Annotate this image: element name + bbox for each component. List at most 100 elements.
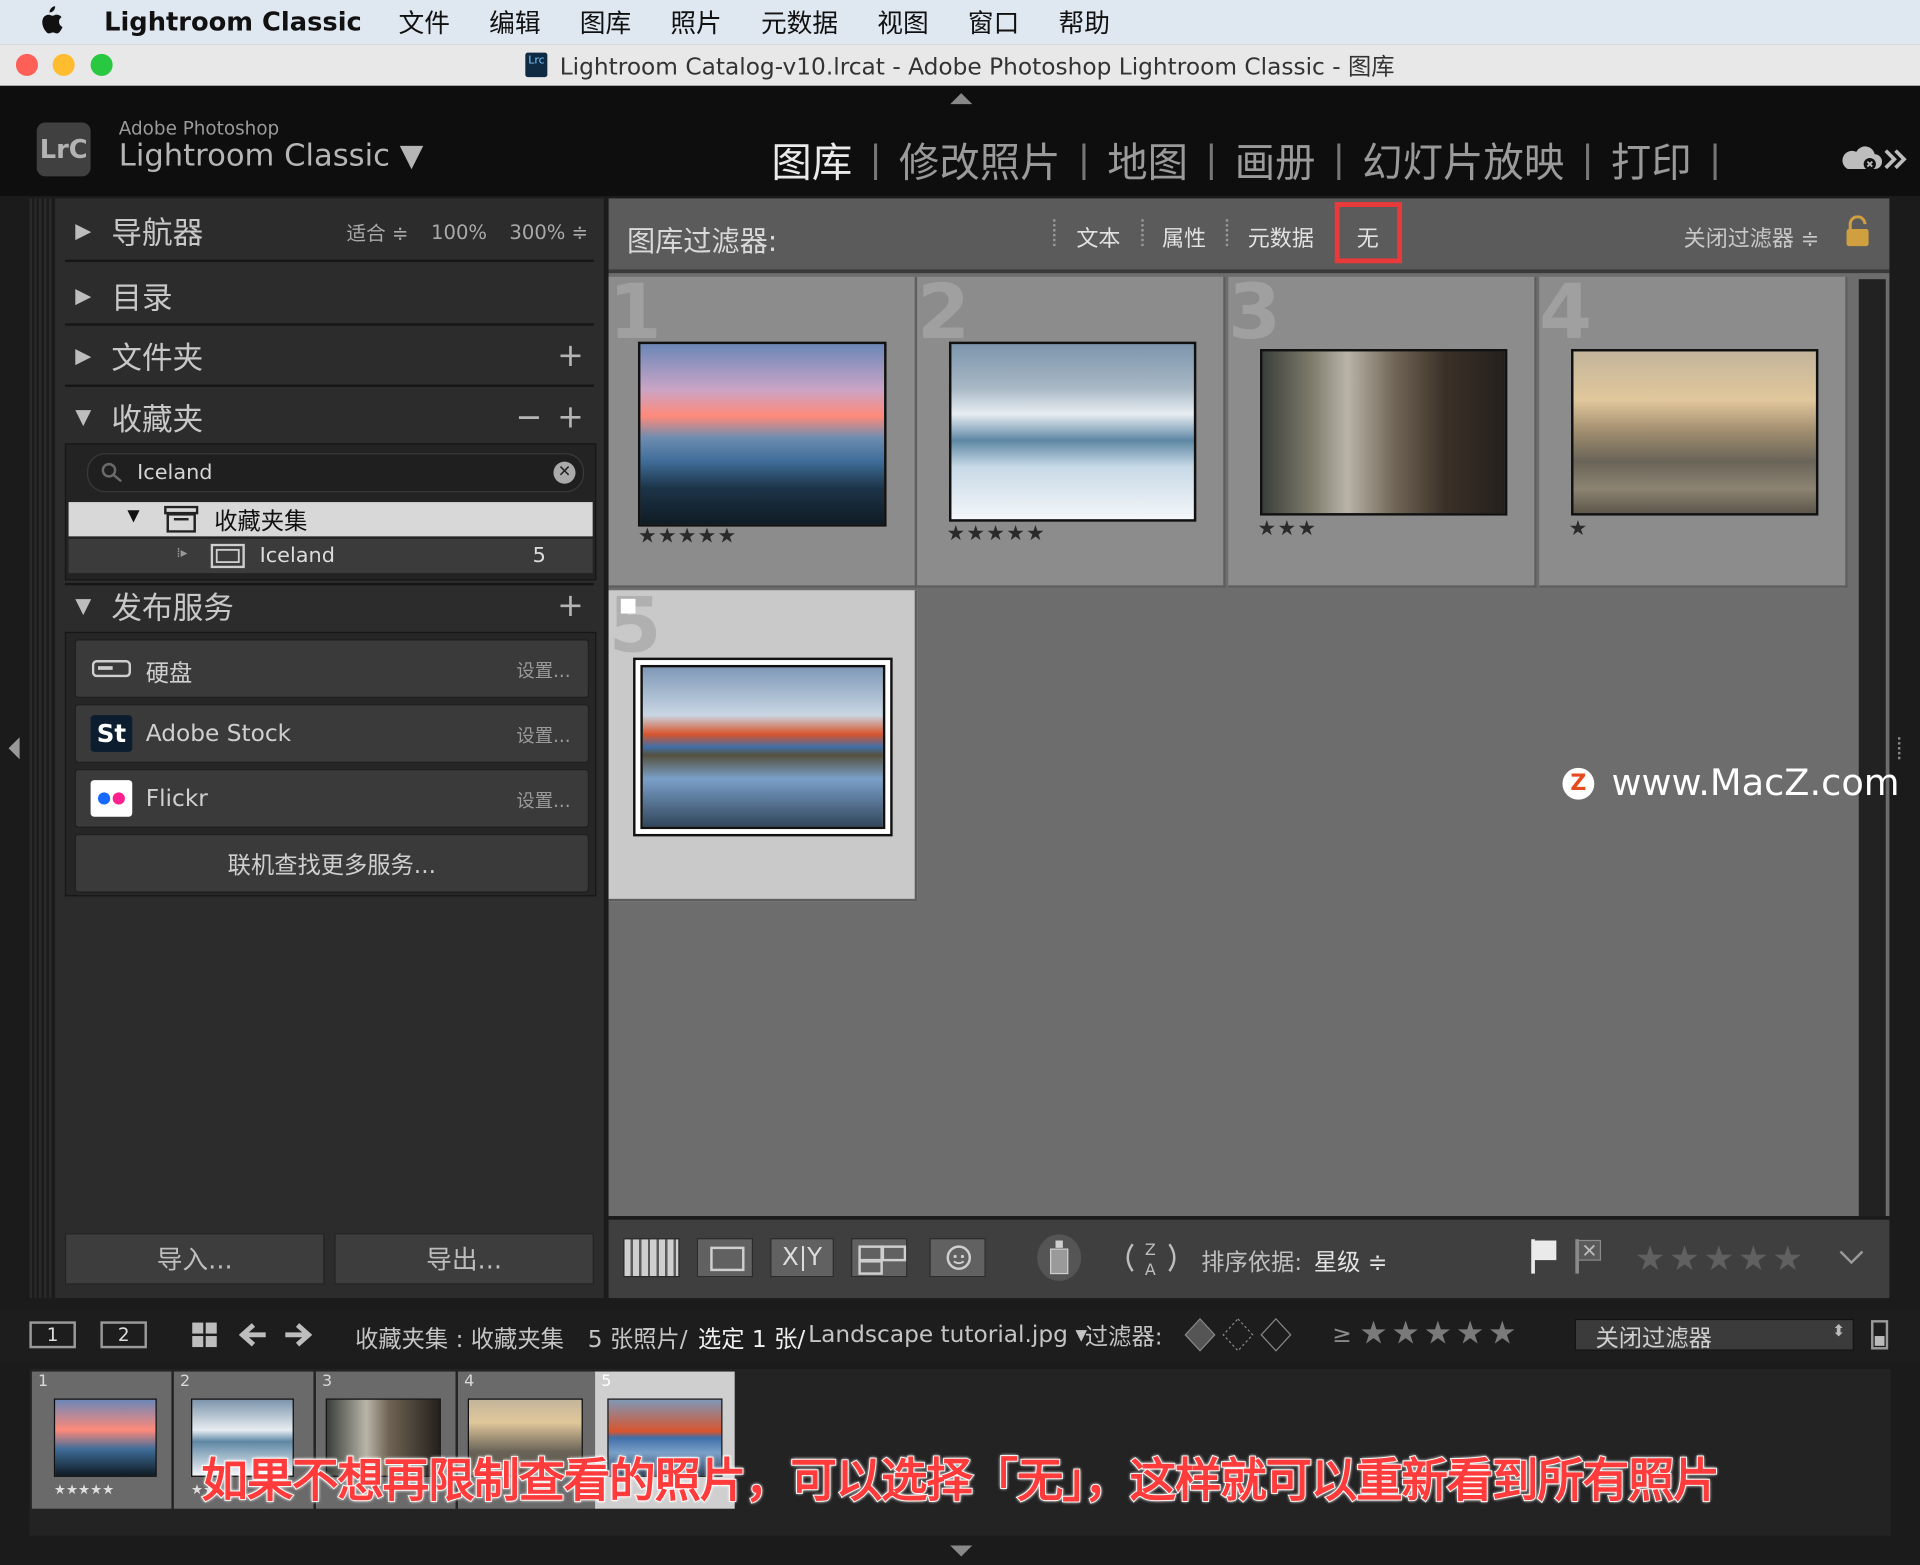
star-rating[interactable]: ★★★★★ <box>638 524 737 548</box>
menu-library[interactable]: 图库 <box>580 4 631 41</box>
back-arrow-icon[interactable] <box>238 1321 268 1348</box>
menu-window[interactable]: 窗口 <box>968 4 1019 41</box>
service-setup-link[interactable]: 设置... <box>516 787 570 813</box>
menu-app-name[interactable]: Lightroom Classic <box>104 7 362 36</box>
publish-services-header[interactable]: ▼ 发布服务 <box>55 585 604 627</box>
identity-plate: LrC Adobe Photoshop Lightroom Classic ▼ … <box>0 85 1920 196</box>
filter-metadata-tab[interactable]: 元数据 <box>1248 222 1314 254</box>
add-publish-service-icon[interactable]: + <box>557 588 584 625</box>
grid-view-icon[interactable] <box>191 1321 218 1348</box>
export-button[interactable]: 导出... <box>334 1233 594 1285</box>
collection-search-field[interactable]: Iceland ✕ <box>86 453 585 493</box>
menu-edit[interactable]: 编辑 <box>489 4 540 41</box>
star-rating[interactable]: ★★★ <box>1258 517 1318 541</box>
add-collection-icon[interactable]: + <box>557 399 584 436</box>
module-slideshow[interactable]: 幻灯片放映 <box>1362 130 1564 189</box>
import-button[interactable]: 导入... <box>64 1233 325 1285</box>
people-view-icon[interactable] <box>929 1238 986 1278</box>
forward-arrow-icon[interactable] <box>283 1321 313 1348</box>
publish-service-flickr[interactable]: Flickr 设置... <box>74 769 589 828</box>
sort-direction-icon[interactable]: ZA <box>1123 1237 1184 1279</box>
brand-title[interactable]: Lightroom Classic ▼ <box>119 137 423 173</box>
publish-service-hard-drive[interactable]: 硬盘 设置... <box>74 639 589 699</box>
module-print[interactable]: 打印 <box>1611 130 1692 189</box>
grid-cell[interactable]: 3 ★★★ <box>1228 276 1537 588</box>
menu-metadata[interactable]: 元数据 <box>761 4 838 41</box>
service-setup-link[interactable]: 设置... <box>516 723 570 749</box>
collections-title: 收藏夹 <box>111 401 204 438</box>
filter-text-tab[interactable]: 文本 <box>1076 222 1120 254</box>
flag-pick-icon[interactable] <box>1529 1237 1558 1276</box>
watermark-text: www.MacZ.com <box>1611 761 1900 805</box>
collection-set-row[interactable]: ▼ 收藏夹集 <box>68 502 593 537</box>
catalog-header[interactable]: ▶ 目录 <box>55 276 604 318</box>
search-icon <box>101 462 123 483</box>
apple-icon[interactable] <box>37 6 64 35</box>
publish-service-adobe-stock[interactable]: St Adobe Stock 设置... <box>74 704 589 763</box>
module-book[interactable]: 画册 <box>1235 130 1316 189</box>
clear-search-icon[interactable]: ✕ <box>553 461 576 484</box>
compare-view-icon[interactable]: X|Y <box>770 1238 834 1278</box>
cell-index: 4 <box>1539 276 1593 357</box>
lock-icon[interactable] <box>1845 215 1869 248</box>
zoom-fit[interactable]: 适合 ≑ <box>347 217 409 246</box>
photo-thumbnail <box>948 341 1197 522</box>
filter-switch-icon[interactable] <box>1871 1320 1889 1350</box>
zoom-100[interactable]: 100% <box>431 220 487 243</box>
grid-scrollbar[interactable] <box>1858 279 1886 1217</box>
add-folder-icon[interactable]: + <box>557 338 584 375</box>
collection-count: 5 <box>532 543 546 569</box>
navigator-header[interactable]: ▶ 导航器 适合 ≑ 100% 300% ≑ <box>55 211 604 253</box>
star-rating[interactable]: ★★★★★ <box>947 522 1046 546</box>
collapse-top-panel-icon[interactable] <box>950 93 973 105</box>
primary-display-button[interactable]: 1 <box>29 1321 76 1349</box>
find-more-services-button[interactable]: 联机查找更多服务... <box>74 833 589 893</box>
toolbar-star-rating[interactable]: ★★★★★ <box>1635 1238 1807 1278</box>
module-map[interactable]: 地图 <box>1107 130 1188 189</box>
sort-dropdown[interactable]: 星级 ≑ <box>1314 1244 1387 1277</box>
service-name: Flickr <box>145 784 208 812</box>
zoom-300[interactable]: 300% ≑ <box>509 220 588 243</box>
module-develop[interactable]: 修改照片 <box>899 130 1061 189</box>
filmstrip-source[interactable]: 收藏夹集 : 收藏夹集 <box>355 1321 564 1354</box>
toolbar-menu-chevron-icon[interactable] <box>1838 1249 1865 1266</box>
flag-icon[interactable] <box>620 598 636 614</box>
loupe-view-icon[interactable] <box>696 1238 754 1278</box>
cloud-sync-icon[interactable] <box>1840 145 1907 174</box>
collapse-left-panel-icon[interactable] <box>8 737 20 760</box>
folders-header[interactable]: ▶ 文件夹 <box>55 336 604 378</box>
filter-attribute-tab[interactable]: 属性 <box>1162 222 1206 254</box>
collapse-triangle-icon: ▼ <box>75 405 92 430</box>
painter-icon[interactable] <box>1037 1234 1082 1281</box>
grid-cell[interactable]: 4 ★ <box>1539 276 1848 588</box>
photo-count: 5 张照片/ <box>587 1326 688 1354</box>
menu-file[interactable]: 文件 <box>398 4 449 41</box>
filter-preset-select[interactable]: 关闭过滤器 ⬍ <box>1574 1318 1854 1352</box>
grid-cell[interactable]: 1 ★★★★★ <box>608 276 918 588</box>
filename-dropdown[interactable]: Landscape tutorial.jpg ▾ <box>808 1321 1087 1348</box>
flag-reject-icon[interactable] <box>1573 1237 1602 1276</box>
collapse-right-panel-icon[interactable] <box>1897 737 1910 760</box>
filter-bar-title: 图库过滤器: <box>626 226 778 259</box>
menu-view[interactable]: 视图 <box>877 4 928 41</box>
flag-filter-icons[interactable] <box>1183 1316 1296 1353</box>
module-library[interactable]: 图库 <box>771 130 852 189</box>
secondary-display-button[interactable]: 2 <box>100 1321 147 1349</box>
photo-thumbnail <box>640 664 886 830</box>
rating-operator[interactable]: ≥ <box>1332 1321 1351 1348</box>
collapse-bottom-panel-icon[interactable] <box>950 1545 973 1557</box>
selected-count: 选定 1 张/ <box>697 1326 806 1354</box>
star-rating[interactable]: ★ <box>1569 517 1589 541</box>
grid-cell[interactable]: 2 ★★★★★ <box>917 276 1226 588</box>
survey-view-icon[interactable] <box>851 1238 908 1278</box>
remove-collection-icon[interactable]: − <box>516 399 543 436</box>
rating-filter-stars[interactable]: ★★★★★ <box>1359 1315 1520 1352</box>
collection-set-label: 收藏夹集 <box>214 508 308 536</box>
filter-preset-dropdown[interactable]: 关闭过滤器 ≑ <box>1684 222 1820 254</box>
grid-view-icon[interactable] <box>623 1238 680 1278</box>
collection-row-iceland[interactable]: ⁞▸ Iceland 5 <box>68 538 593 574</box>
menu-help[interactable]: 帮助 <box>1059 4 1110 41</box>
menu-photo[interactable]: 照片 <box>670 4 721 41</box>
grid-cell-selected[interactable]: 5 <box>608 590 918 902</box>
service-setup-link[interactable]: 设置... <box>516 658 570 684</box>
